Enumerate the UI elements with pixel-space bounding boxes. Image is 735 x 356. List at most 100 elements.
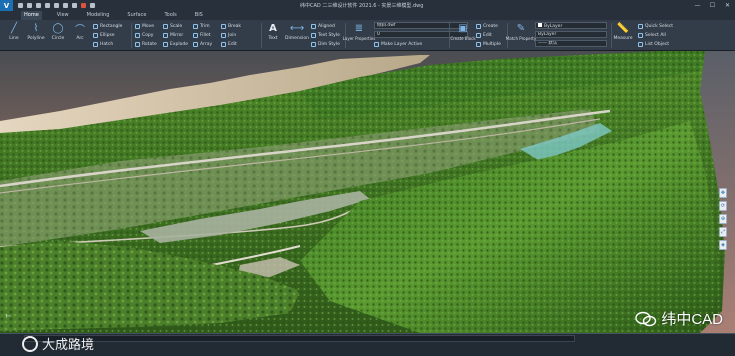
explode-icon (163, 41, 168, 47)
create-block-button[interactable]: ▣ Create Block (450, 22, 475, 41)
close-document-icon[interactable] (81, 3, 86, 8)
list-object-button[interactable]: List Object (638, 40, 669, 48)
cad-application-window: V 纬中CAD 二三维设计软件 2021.6 - 实景三维模型.dwg — ☐ … (0, 0, 735, 356)
reality-mesh-terrain (0, 51, 735, 333)
title-bar: V 纬中CAD 二三维设计软件 2021.6 - 实景三维模型.dwg — ☐ … (0, 0, 735, 11)
fillet-icon (193, 32, 198, 38)
save-as-icon[interactable] (45, 3, 50, 8)
minimize-icon[interactable]: — (690, 0, 705, 11)
text-button[interactable]: A Text (263, 22, 283, 41)
drawing-viewport[interactable]: ✥ ⟳ ⊕ ⤢ ◈ ⊢ (0, 51, 735, 333)
window-title: 纬中CAD 二三维设计软件 2021.6 - 实景三维模型.dwg (300, 3, 424, 9)
linetype-dropdown[interactable]: ByLayer (535, 31, 607, 38)
copy-icon (135, 32, 140, 38)
fillet-button[interactable]: Fillet (193, 31, 211, 39)
command-input[interactable] (24, 335, 575, 342)
redo-icon[interactable] (72, 3, 77, 8)
block-icon: ▣ (458, 23, 468, 34)
join-button[interactable]: Join (221, 31, 236, 39)
tab-bis[interactable]: BIS (192, 11, 206, 20)
text-icon: A (269, 23, 277, 34)
polyline-button[interactable]: ⌇ Polyline (26, 22, 46, 41)
arc-button[interactable]: ⌒ Arc (70, 22, 90, 41)
tab-modeling[interactable]: Modeling (84, 11, 113, 20)
layer-active-icon (374, 41, 379, 47)
rotate-button[interactable]: Rotate (135, 40, 157, 48)
line-button[interactable]: ╱ Line (4, 22, 24, 41)
array-icon (193, 41, 198, 47)
match-property-button[interactable]: ✎ Match Property (506, 22, 536, 41)
save-icon[interactable] (36, 3, 41, 8)
edit-button[interactable]: Edit (221, 40, 237, 48)
tab-home[interactable]: Home (21, 11, 42, 20)
break-button[interactable]: Break (221, 22, 241, 30)
tab-surface[interactable]: Surface (124, 11, 149, 20)
hatch-button[interactable]: Hatch (93, 40, 113, 48)
tab-tools[interactable]: Tools (161, 11, 179, 20)
separator (131, 23, 132, 48)
arc-icon: ⌒ (75, 25, 85, 36)
edit-icon (221, 41, 226, 47)
circle-button[interactable]: ◯ Circle (48, 22, 68, 41)
close-icon[interactable]: ✕ (720, 0, 735, 11)
block-create-button[interactable]: Create (476, 22, 498, 30)
layer-stack-icon: ≣ (354, 23, 364, 34)
trim-icon (193, 23, 198, 29)
paint-brush-icon: ✎ (516, 23, 526, 34)
mirror-icon (163, 32, 168, 38)
mirror-button[interactable]: Mirror (163, 31, 183, 39)
maximize-icon[interactable]: ☐ (705, 0, 720, 11)
ellipse-icon (93, 32, 98, 38)
layer-properties-button[interactable]: ≣ Layer Properties (343, 22, 376, 41)
watermark-right: 纬中CAD (635, 308, 723, 329)
color-swatch-icon (538, 23, 542, 27)
select-all-button[interactable]: Select All (638, 31, 666, 39)
block-edit-button[interactable]: Edit (476, 31, 492, 39)
multiple-icon (476, 41, 481, 47)
quick-access-toolbar (18, 3, 95, 8)
block-edit-icon (476, 32, 481, 38)
ribbon-panel: ╱ Line ⌇ Polyline ◯ Circle ⌒ Arc Rectang… (0, 20, 735, 51)
measure-button[interactable]: 📏 Measure (612, 22, 634, 41)
explode-button[interactable]: Explode (163, 40, 188, 48)
zoom-extents-icon[interactable]: ⤢ (719, 227, 727, 237)
lineweight-dropdown[interactable]: —— 默认 (535, 40, 607, 47)
tab-view[interactable]: View (54, 11, 72, 20)
wechat-icon (635, 311, 657, 326)
rectangle-button[interactable]: Rectangle (93, 22, 122, 30)
zoom-icon[interactable]: ⊕ (719, 214, 727, 224)
block-multiple-button[interactable]: Multiple (476, 40, 501, 48)
make-layer-active-button[interactable]: Make Layer Active (374, 40, 422, 48)
quick-select-icon (638, 23, 643, 29)
dropdown-icon[interactable] (90, 3, 95, 8)
aligned-button[interactable]: Aligned (311, 22, 335, 30)
undo-icon[interactable] (63, 3, 68, 8)
pan-icon[interactable]: ✥ (719, 188, 727, 198)
join-icon (221, 32, 226, 38)
logo-letter: V (3, 1, 10, 10)
dimension-button[interactable]: ⟷ Dimension (285, 22, 309, 41)
new-file-icon[interactable] (18, 3, 23, 8)
text-style-icon (311, 32, 316, 38)
print-icon[interactable] (54, 3, 59, 8)
watermark-logo-icon (22, 335, 38, 352)
orbit-icon[interactable]: ⟳ (719, 201, 727, 211)
dim-style-icon (311, 41, 316, 47)
ellipse-button[interactable]: Ellipse (93, 31, 115, 39)
trim-button[interactable]: Trim (193, 22, 210, 30)
polyline-icon: ⌇ (33, 23, 39, 34)
view-cube-icon[interactable]: ◈ (719, 240, 727, 250)
dim-style-button[interactable]: Dim Style (311, 40, 340, 48)
app-logo[interactable]: V (0, 0, 13, 11)
color-dropdown[interactable]: ByLayer (535, 22, 607, 29)
scale-button[interactable]: Scale (163, 22, 182, 30)
rotate-icon (135, 41, 140, 47)
copy-button[interactable]: Copy (135, 31, 153, 39)
circle-icon: ◯ (52, 23, 64, 34)
array-button[interactable]: Array (193, 40, 212, 48)
quick-select-button[interactable]: Quick Select (638, 22, 673, 30)
select-all-icon (638, 32, 643, 38)
open-file-icon[interactable] (27, 3, 32, 8)
text-style-button[interactable]: Text Style (311, 31, 340, 39)
move-button[interactable]: Move (135, 22, 154, 30)
